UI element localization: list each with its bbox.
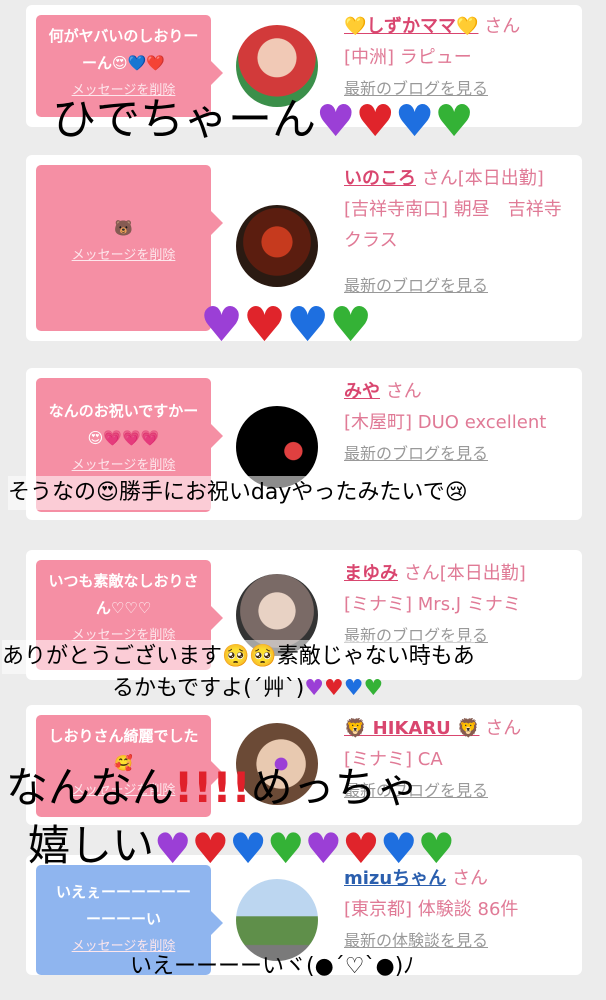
user-name-link[interactable]: みや [344,381,380,402]
red-heart-icon: ♥ [342,823,380,873]
blog-link[interactable]: 最新のブログを見る [344,270,576,301]
san-label: さん [385,381,422,402]
purple-heart-icon: ♥ [200,297,244,353]
red-heart-icon: ♥ [355,96,395,147]
overlay-text: るかもですよ(´艸`) [112,676,305,701]
overlay-text: ひでちゃーん [52,94,316,145]
san-label: さん [485,718,522,739]
green-heart-icon: ♥ [417,823,456,873]
heart-row: ♥♥♥♥ [200,292,372,355]
overlay-caption: いえーーーーいヾ(●´♡`●)ﾉ [130,954,415,979]
blue-heart-icon: ♥ [286,297,330,353]
purple-heart-icon: ♥ [316,96,356,147]
san-label: さん [484,16,521,37]
overlay-caption: ひでちゃーん♥♥♥♥ [52,90,474,152]
green-heart-icon: ♥ [434,96,474,147]
blue-heart-icon: ♥ [379,823,418,873]
message-text: いえぇーーーーーーーーーーい [55,883,191,928]
san-label: さん [451,868,488,889]
overlay-caption: ありがとうございます🥺🥺素敵じゃない時もあ [2,640,475,674]
red-heart-icon: ♥ [243,297,287,353]
overlay-text: 嬉しい [28,821,155,870]
avatar[interactable] [236,205,318,287]
san-label: さん[本日出勤] [421,168,544,189]
overlay-caption: なんなん!!!!めっちゃ [6,758,419,818]
user-name-link[interactable]: まゆみ [344,563,398,584]
red-heart-icon: ♥ [191,823,230,873]
message-text: なんのお祝いですかー😍💗💗💗 [48,402,199,447]
overlay-caption: そうなの😍勝手にお祝いdayやったみたいで😢 [8,476,468,510]
message-text: 🐻 [114,219,133,237]
blue-heart-icon: ♥ [343,676,364,701]
user-name-link[interactable]: いのころ [344,168,416,189]
message-bubble: 🐻 メッセージを削除 [36,165,223,331]
delete-message-link[interactable]: メッセージを削除 [36,452,211,479]
shop-name: [木屋町] DUO excellent [344,412,547,433]
blog-link[interactable]: 最新のブログを見る [344,438,576,469]
shop-name: [東京都] 体験談 86件 [344,899,519,920]
overlay-text: めっちゃ [250,763,419,812]
exclamation-icon: !!!! [174,763,251,812]
user-name-link[interactable]: 💛しずかママ💛 [344,16,478,37]
overlay-text: なんなん [6,763,175,812]
green-heart-icon: ♥ [329,297,373,353]
purple-heart-icon: ♥ [154,823,192,873]
purple-heart-icon: ♥ [304,823,343,873]
overlay-caption: るかもですよ(´艸`)♥♥♥♥ [112,672,383,706]
message-text: 何がヤバいのしおりーーん😍💙❤️ [48,27,199,72]
delete-message-link[interactable]: メッセージを削除 [36,242,211,269]
red-heart-icon: ♥ [324,676,344,701]
green-heart-icon: ♥ [363,676,384,701]
blue-heart-icon: ♥ [394,96,435,147]
shop-name: [中洲] ラピュー [344,47,472,68]
message-text: いつも素敵なしおりさん♡♡♡ [48,572,199,617]
shop-name: [吉祥寺南口] 朝昼 吉祥寺クラス [344,199,562,251]
san-label: さん[本日出勤] [403,563,526,584]
avatar[interactable] [236,879,318,961]
blue-heart-icon: ♥ [229,823,267,873]
purple-heart-icon: ♥ [304,676,325,701]
shop-name: [ミナミ] Mrs.J ミナミ [344,594,521,615]
green-heart-icon: ♥ [266,823,305,873]
user-name-link[interactable]: 🦁 HIKARU 🦁 [344,718,479,739]
overlay-caption: 嬉しい♥♥♥♥♥♥♥♥ [28,816,455,879]
